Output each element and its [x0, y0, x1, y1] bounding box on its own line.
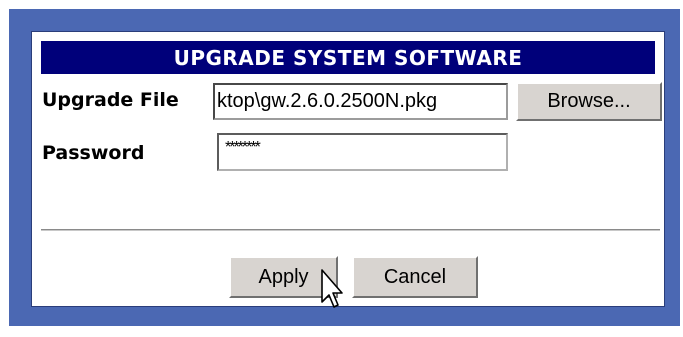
- upgrade-file-input[interactable]: ktop\gw.2.6.0.2500N.pkg: [213, 83, 508, 120]
- arrow-cursor-icon: [321, 269, 343, 308]
- cancel-button[interactable]: Cancel: [352, 256, 478, 298]
- password-field[interactable]: ********: [217, 133, 508, 171]
- password-label: Password: [42, 142, 145, 164]
- upgrade-panel: UPGRADE SYSTEM SOFTWARE Upgrade File kto…: [31, 31, 665, 307]
- divider: [41, 229, 660, 232]
- upgrade-file-label: Upgrade File: [42, 89, 179, 111]
- browse-button[interactable]: Browse...: [516, 82, 662, 121]
- panel-title: UPGRADE SYSTEM SOFTWARE: [41, 41, 655, 74]
